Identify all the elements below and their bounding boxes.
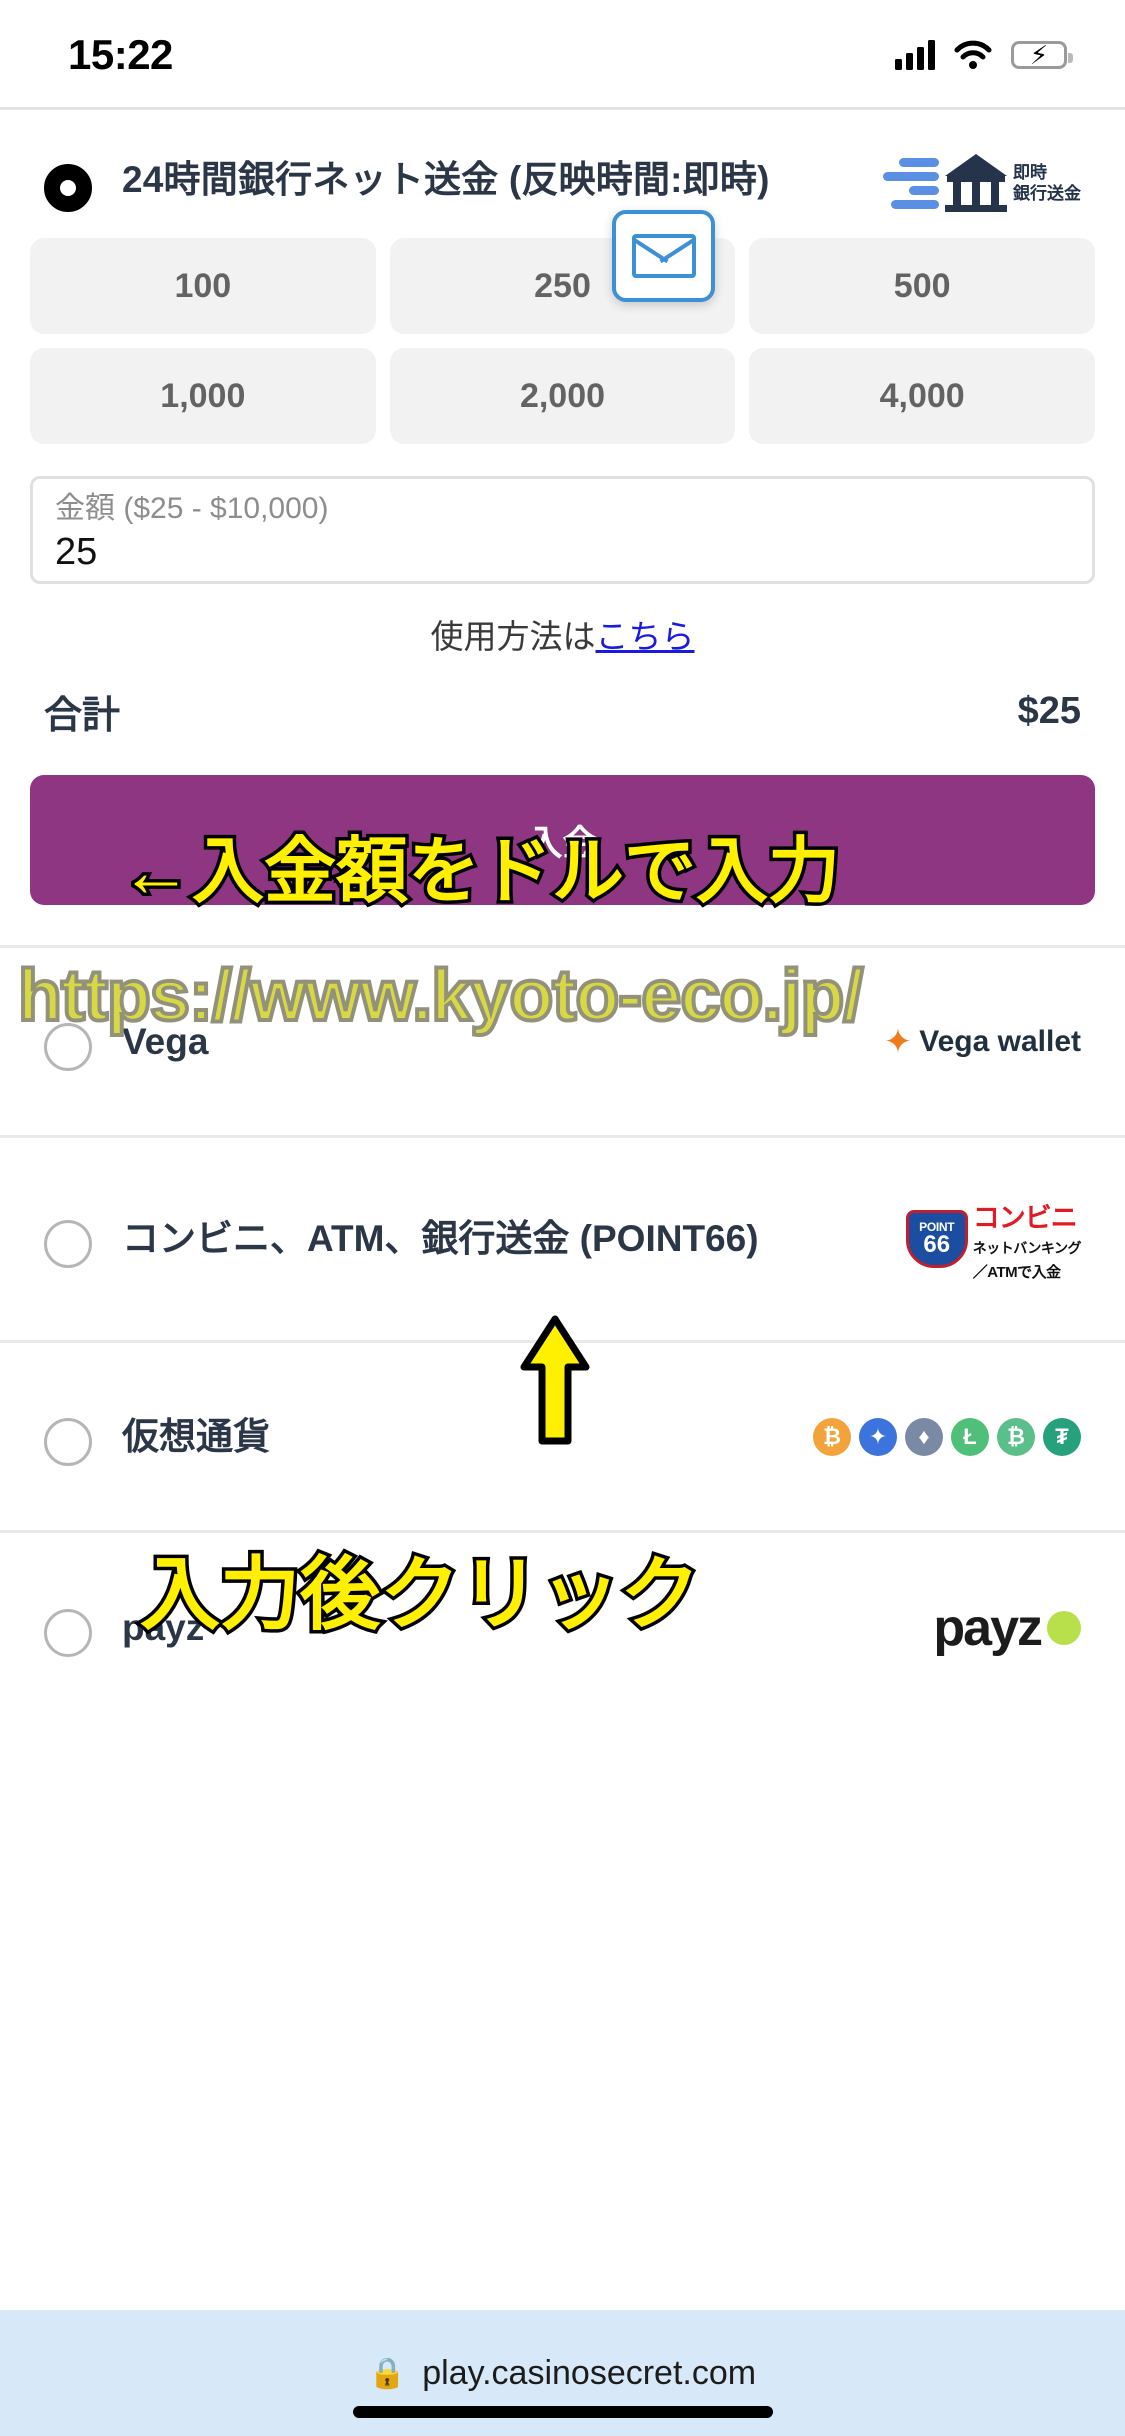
radio-point66[interactable] <box>44 1220 92 1268</box>
bank-logo-text: 即時 銀行送金 <box>1013 162 1081 203</box>
payment-method-point66[interactable]: コンビニ、ATM、銀行送金 (POINT66) POINT 66 コンビニ ネッ… <box>0 1138 1125 1343</box>
amount-preset-button[interactable]: 100 <box>30 238 376 334</box>
amount-preset-button[interactable]: 500 <box>749 238 1095 334</box>
crypto-coin-icon: ₿ <box>813 1417 851 1456</box>
bank-transfer-title: 24時間銀行ネット送金 (反映時間:即時) <box>122 159 770 200</box>
status-bar-indicators: ⚡ <box>895 40 1073 70</box>
point66-text-mid: ネットバンキング <box>972 1240 1082 1256</box>
phone-screen: 15:22 ⚡ 24時間銀行ネット送金 (反映時間:即時) 即時 銀行送金 10… <box>0 0 1125 2436</box>
total-value: $25 <box>1017 690 1081 732</box>
vega-wallet-logo: ✦ Vega wallet <box>851 1025 1081 1059</box>
vega-mark-icon: ✦ <box>883 1022 913 1061</box>
amount-preset-button[interactable]: 4,000 <box>749 348 1095 444</box>
envelope-icon <box>631 234 696 278</box>
status-bar-time: 15:22 <box>68 31 173 78</box>
help-text: 使用方法は <box>430 618 596 655</box>
crypto-coin-icon: ✦ <box>859 1417 897 1456</box>
amount-input[interactable]: 金額 ($25 - $10,000) 25 <box>30 476 1095 584</box>
cellular-signal-icon <box>895 40 935 70</box>
payz-logo-text: payz <box>933 1599 1043 1657</box>
payment-method-crypto[interactable]: 仮想通貨 ₿ ✦ ♦ Ł ₿ ₮ <box>0 1343 1125 1533</box>
payz-logo: payz <box>851 1598 1081 1658</box>
help-row: 使用方法はこちら <box>0 610 1125 658</box>
point66-text-top: コンビニ <box>972 1203 1078 1233</box>
total-row: 合計 $25 <box>0 658 1125 739</box>
point66-title: コンビニ、ATM、銀行送金 (POINT66) <box>122 1218 759 1260</box>
battery-charging-icon: ⚡ <box>1011 41 1073 69</box>
payment-method-bank-transfer[interactable]: 24時間銀行ネット送金 (反映時間:即時) 即時 銀行送金 100 250 50… <box>0 110 1125 948</box>
home-indicator <box>352 2406 773 2418</box>
crypto-coins-logo: ₿ ✦ ♦ Ł ₿ ₮ <box>813 1417 1081 1456</box>
bank-building-icon <box>945 154 1007 212</box>
help-link[interactable]: こちら <box>596 618 695 655</box>
radio-crypto[interactable] <box>44 1417 92 1466</box>
payment-method-payz[interactable]: payz payz <box>0 1533 1125 1723</box>
envelope-tooltip[interactable] <box>612 210 715 302</box>
point66-text-bot: ／ATMで入金 <box>972 1264 1061 1281</box>
crypto-coin-icon: ₮ <box>1043 1417 1081 1456</box>
lock-icon: 🔒 <box>368 2356 407 2390</box>
amount-preset-button[interactable]: 2,000 <box>389 348 736 444</box>
deposit-submit-button[interactable]: 入金 <box>30 775 1095 905</box>
bank-transfer-logo: 即時 銀行送金 <box>866 154 1081 212</box>
amount-preset-grid: 100 250 500 1,000 2,000 4,000 <box>0 212 1125 444</box>
status-bar: 15:22 ⚡ <box>0 0 1125 110</box>
crypto-coin-icon: Ł <box>951 1417 989 1456</box>
vega-title: Vega <box>122 1020 209 1062</box>
payz-title: payz <box>122 1607 205 1649</box>
amount-input-value: 25 <box>55 531 98 573</box>
payment-method-vega[interactable]: Vega ✦ Vega wallet <box>0 948 1125 1138</box>
wifi-icon <box>954 40 992 69</box>
point66-badge-num: 66 <box>923 1231 951 1258</box>
speed-lines-icon <box>883 157 939 209</box>
radio-payz[interactable] <box>44 1609 92 1657</box>
crypto-coin-icon: ₿ <box>997 1417 1035 1456</box>
crypto-coin-icon: ♦ <box>905 1417 943 1456</box>
point66-logo: POINT 66 コンビニ ネットバンキング ／ATMで入金 <box>851 1196 1082 1282</box>
browser-url-text: play.casinosecret.com <box>422 2353 757 2392</box>
amount-input-placeholder: 金額 ($25 - $10,000) <box>55 492 329 525</box>
payz-dot-icon <box>1047 1611 1081 1645</box>
vega-logo-text: Vega wallet <box>919 1024 1081 1058</box>
radio-bank-transfer[interactable] <box>44 164 92 212</box>
point66-shield-icon: POINT 66 <box>905 1210 968 1268</box>
bank-transfer-header[interactable]: 24時間銀行ネット送金 (反映時間:即時) 即時 銀行送金 <box>0 110 1125 212</box>
radio-vega[interactable] <box>44 1022 92 1071</box>
browser-url-bar[interactable]: 🔒 play.casinosecret.com <box>0 2310 1125 2436</box>
amount-preset-button[interactable]: 1,000 <box>30 348 376 444</box>
total-label: 合計 <box>44 695 121 737</box>
crypto-title: 仮想通貨 <box>122 1415 270 1457</box>
payment-methods-list: 24時間銀行ネット送金 (反映時間:即時) 即時 銀行送金 100 250 50… <box>0 110 1125 1723</box>
